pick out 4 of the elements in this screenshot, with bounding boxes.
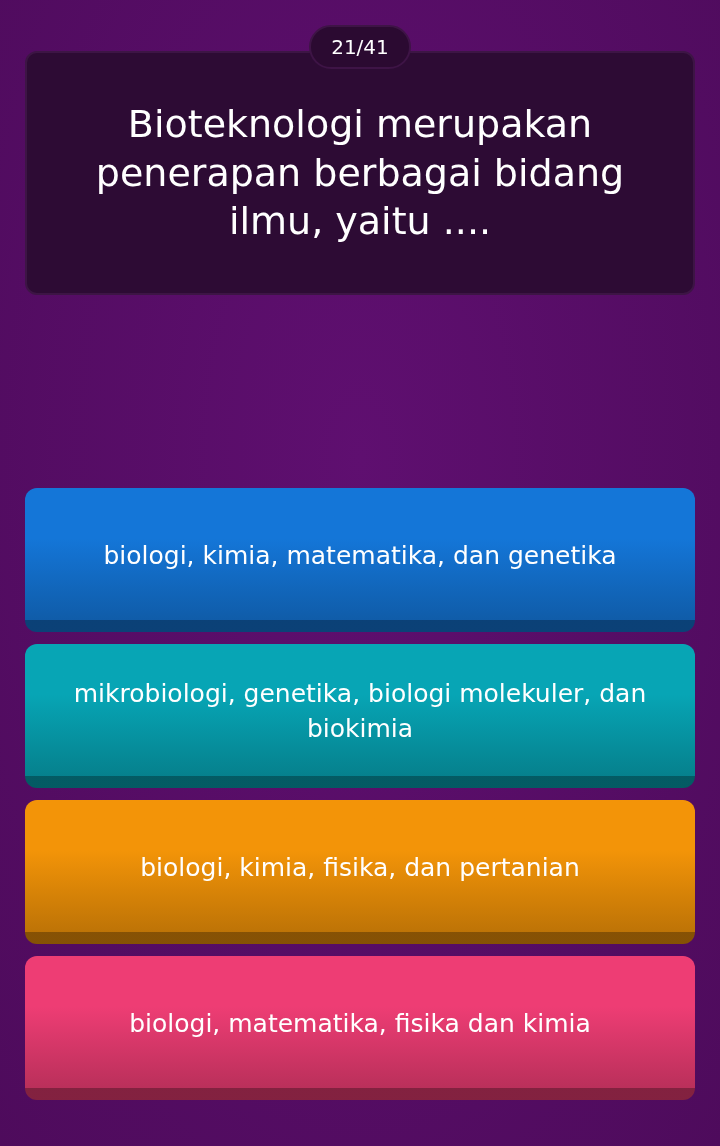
answer-option[interactable]: biologi, kimia, matematika, dan genetika bbox=[25, 488, 695, 632]
answer-option[interactable]: biologi, matematika, fisika dan kimia bbox=[25, 956, 695, 1100]
answer-option[interactable]: mikrobiologi, genetika, biologi molekuler, dan biokimia bbox=[25, 644, 695, 788]
answer-option[interactable]: biologi, kimia, fisika, dan pertanian bbox=[25, 800, 695, 944]
